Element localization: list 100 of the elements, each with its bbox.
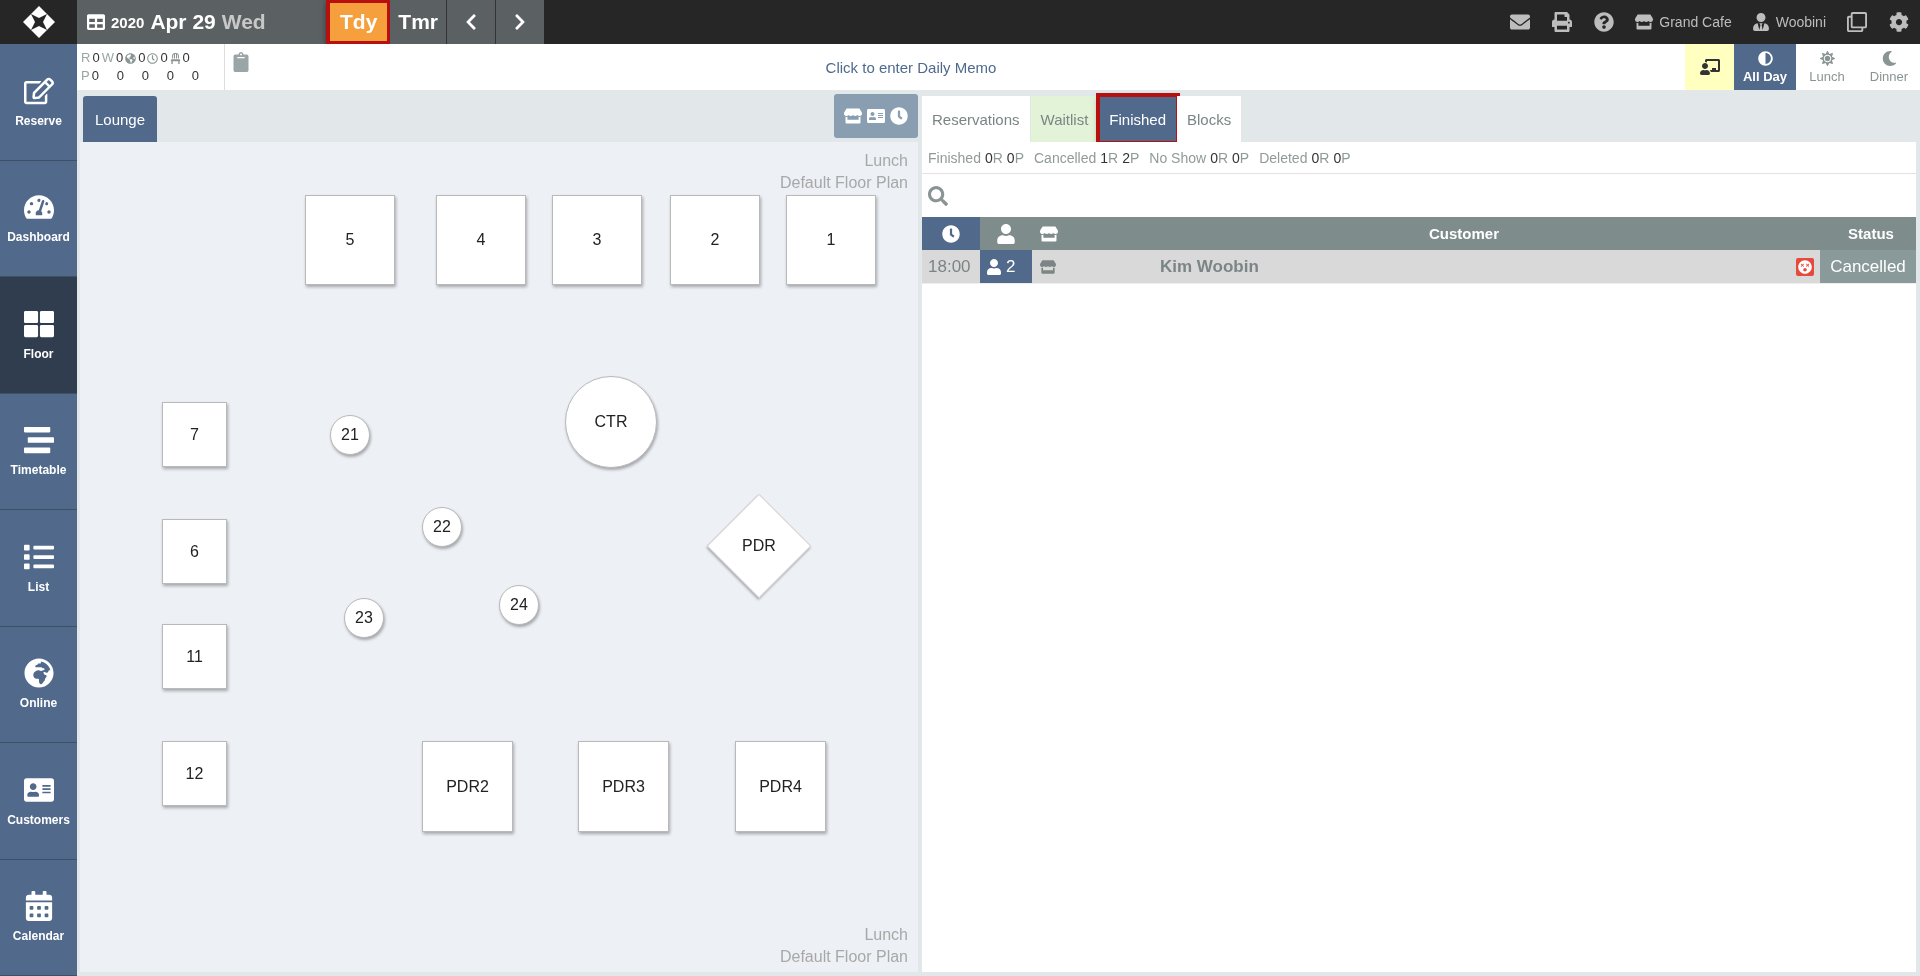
clock-icon — [890, 107, 908, 125]
clipboard-icon[interactable] — [231, 52, 251, 72]
sidebar-item[interactable]: Floor — [0, 277, 77, 394]
floor-table[interactable]: 7 — [162, 402, 227, 467]
calendar-icon[interactable] — [87, 13, 105, 31]
globe-icon — [125, 52, 137, 64]
year-label: 2020 — [111, 13, 145, 31]
table-label: PDR — [742, 537, 776, 555]
round-table[interactable]: 21 — [330, 415, 370, 455]
floor-table[interactable]: 1 — [786, 195, 876, 285]
list-tab[interactable]: Blocks — [1177, 96, 1243, 142]
clock-icon — [942, 224, 960, 243]
easel-icon — [1699, 57, 1720, 77]
store-icon — [1635, 13, 1654, 31]
store-icon — [844, 107, 862, 125]
grid-icon — [23, 308, 54, 339]
day-button[interactable]: Tmr — [390, 0, 447, 44]
list-tab[interactable]: Finished — [1099, 96, 1178, 142]
floor-table[interactable]: 12 — [162, 741, 227, 806]
settings-icon[interactable] — [1889, 12, 1909, 32]
stat-value: 0 — [1333, 149, 1342, 166]
print-icon[interactable] — [1552, 12, 1573, 32]
floor-table[interactable]: 2 — [670, 195, 760, 285]
counter-label: P — [81, 67, 90, 85]
column-header: Customer — [1428, 224, 1500, 244]
person-icon — [986, 258, 1002, 275]
round-table[interactable]: 24 — [499, 585, 539, 625]
store-icon — [1040, 258, 1056, 275]
stat-value: 0 — [1210, 149, 1218, 166]
presentation-button[interactable] — [1685, 44, 1734, 90]
round-table[interactable]: 23 — [344, 598, 384, 638]
counter-value: 0 — [92, 49, 100, 67]
person-icon — [996, 223, 1016, 244]
stat-unit: R — [1319, 149, 1330, 166]
stat-unit: R — [992, 149, 1003, 166]
stat-unit: R — [1108, 149, 1119, 166]
list-tab[interactable]: Reservations — [922, 96, 1031, 142]
calendar-icon — [23, 891, 54, 922]
column-header: Status — [1847, 224, 1895, 244]
counter-label: W — [101, 49, 114, 67]
venue-link[interactable]: Grand Cafe — [1625, 0, 1742, 44]
stat-value: 0 — [1006, 149, 1015, 166]
floor-table[interactable]: 3 — [552, 195, 642, 285]
counter-value: 0 — [160, 49, 168, 67]
booking-row[interactable]: 18:00 2 Kim Woobin Cancelled — [922, 250, 1916, 284]
counter-value: 0 — [115, 49, 124, 67]
meal-period-button[interactable]: All Day — [1734, 44, 1796, 90]
round-table[interactable]: 22 — [422, 507, 462, 547]
bars-icon — [23, 425, 54, 456]
counter-value: 0 — [141, 67, 150, 85]
edit-icon — [23, 75, 54, 106]
stat-unit: R — [1217, 149, 1229, 166]
floor-table[interactable]: 11 — [162, 624, 227, 689]
counter-value: 0 — [191, 67, 199, 85]
floor-caption: Default Floor Plan — [779, 947, 908, 967]
date-label: Apr 29 — [150, 10, 216, 34]
customer-cell-text: Kim Woobin — [1159, 255, 1260, 278]
counter-label: R — [81, 49, 91, 67]
counter-value: 0 — [116, 67, 125, 85]
stat-value: 1 — [1100, 149, 1109, 166]
moon-icon — [1881, 50, 1897, 66]
stat-label: Cancelled — [1034, 149, 1097, 166]
floor-table[interactable]: 5 — [305, 195, 395, 285]
sun-icon — [1819, 50, 1835, 66]
search-icon[interactable] — [928, 185, 948, 206]
floor-table[interactable]: PDR4 — [735, 741, 826, 832]
user-link[interactable]: Woobini — [1741, 0, 1836, 44]
floor-caption: Lunch — [863, 151, 908, 171]
floor-table[interactable]: 4 — [436, 195, 526, 285]
round-table[interactable]: CTR — [565, 376, 657, 468]
globe-icon — [23, 658, 54, 689]
stat-label: Deleted — [1259, 149, 1308, 166]
floor-table[interactable]: 6 — [162, 519, 227, 584]
time-cell-text: 18:00 — [927, 255, 972, 278]
store-icon — [1040, 224, 1058, 243]
floor-tab[interactable]: Lounge — [83, 96, 158, 142]
counter-value: 0 — [138, 49, 146, 67]
chair-icon — [169, 52, 181, 64]
floor-caption: Lunch — [863, 925, 908, 945]
help-icon[interactable] — [1594, 12, 1615, 32]
previous-button[interactable] — [446, 0, 496, 44]
stat-unit: P — [1239, 149, 1250, 166]
floor-table[interactable]: PDR3 — [578, 741, 669, 832]
floor-table[interactable]: PDR2 — [422, 741, 513, 832]
stat-value: 0 — [1232, 149, 1240, 166]
mail-icon[interactable] — [1510, 12, 1531, 32]
view-toggle-button[interactable] — [834, 94, 918, 138]
daily-memo-link[interactable]: Click to enter Daily Memo — [257, 44, 1685, 90]
counter-value: 0 — [182, 49, 190, 67]
stat-value: 0 — [1311, 149, 1320, 166]
person-icon — [1751, 13, 1770, 31]
id-card-icon — [867, 107, 885, 125]
stat-unit: P — [1129, 149, 1140, 166]
floor-caption: Default Floor Plan — [779, 173, 908, 193]
counter-value: 0 — [166, 67, 175, 85]
stat-value: 0 — [984, 149, 993, 166]
counter-value: 0 — [91, 67, 100, 85]
stat-value: 2 — [1122, 149, 1130, 166]
sad-face-icon — [1798, 259, 1812, 274]
next-button[interactable] — [495, 0, 545, 44]
